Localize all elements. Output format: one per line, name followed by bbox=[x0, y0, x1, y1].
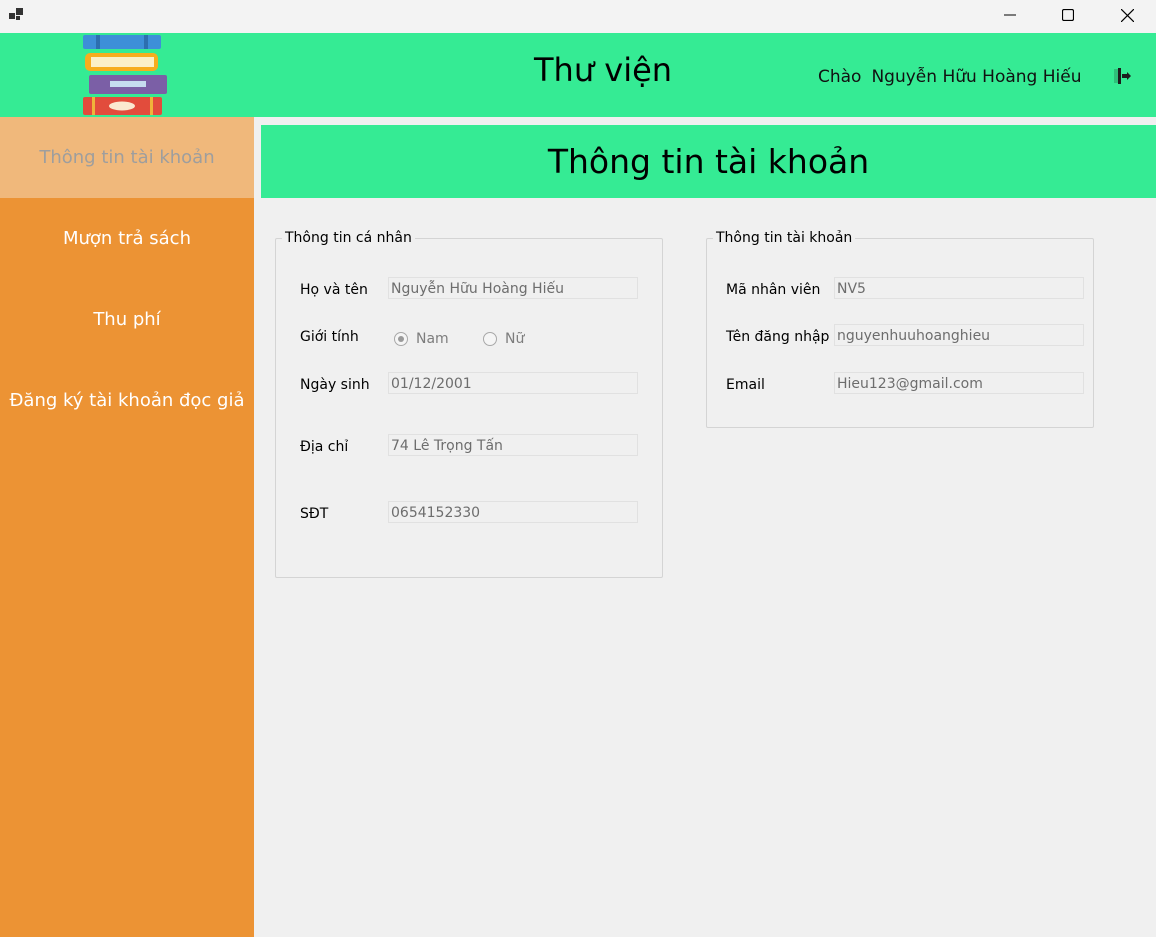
app-header: Thư viện Chào Nguyễn Hữu Hoàng Hiếu bbox=[0, 33, 1156, 117]
username-field[interactable]: nguyenhuuhoanghieu bbox=[834, 324, 1084, 346]
app-icon bbox=[9, 8, 23, 20]
sidebar: Thông tin tài khoản Mượn trả sách Thu ph… bbox=[0, 117, 254, 937]
close-icon bbox=[1120, 8, 1134, 22]
username-label: Tên đăng nhập bbox=[726, 329, 830, 345]
email-field[interactable]: Hieu123@gmail.com bbox=[834, 372, 1084, 394]
minimize-button[interactable] bbox=[981, 0, 1039, 30]
phone-label: SĐT bbox=[300, 506, 329, 522]
window-titlebar bbox=[0, 0, 1156, 33]
user-name: Nguyễn Hữu Hoàng Hiếu bbox=[871, 67, 1082, 87]
minimize-icon bbox=[1004, 14, 1016, 16]
greeting: Chào Nguyễn Hữu Hoàng Hiếu bbox=[818, 67, 1092, 87]
staff-id-field[interactable]: NV5 bbox=[834, 277, 1084, 299]
maximize-button[interactable] bbox=[1039, 0, 1097, 30]
address-field[interactable]: 74 Lê Trọng Tấn bbox=[388, 434, 638, 456]
gender-label: Giới tính bbox=[300, 329, 359, 345]
dob-field[interactable]: 01/12/2001 bbox=[388, 372, 638, 394]
gender-option-male-label: Nam bbox=[416, 331, 449, 347]
app-title: Thư viện bbox=[534, 51, 673, 89]
close-button[interactable] bbox=[1098, 0, 1156, 30]
greeting-prefix: Chào bbox=[818, 67, 862, 87]
address-label: Địa chỉ bbox=[300, 439, 349, 455]
maximize-icon bbox=[1062, 9, 1074, 21]
gender-option-female-label: Nữ bbox=[505, 331, 525, 347]
dob-label: Ngày sinh bbox=[300, 377, 370, 393]
account-info-legend: Thông tin tài khoản bbox=[716, 230, 853, 246]
personal-info-legend: Thông tin cá nhân bbox=[285, 230, 412, 246]
radio-unchecked-icon bbox=[483, 332, 497, 346]
phone-field[interactable]: 0654152330 bbox=[388, 501, 638, 523]
page-title: Thông tin tài khoản bbox=[261, 125, 1156, 198]
sidebar-item-borrow-return[interactable]: Mượn trả sách bbox=[0, 198, 254, 279]
staff-id-label: Mã nhân viên bbox=[726, 282, 821, 298]
sidebar-item-register-reader[interactable]: Đăng ký tài khoản đọc giả bbox=[0, 360, 254, 441]
books-stack-icon bbox=[83, 35, 167, 115]
sidebar-item-fees[interactable]: Thu phí bbox=[0, 279, 254, 360]
name-field[interactable]: Nguyễn Hữu Hoàng Hiếu bbox=[388, 277, 638, 299]
logout-icon[interactable] bbox=[1112, 66, 1132, 86]
sidebar-item-account-info[interactable]: Thông tin tài khoản bbox=[0, 117, 254, 198]
radio-checked-icon bbox=[394, 332, 408, 346]
email-label: Email bbox=[726, 377, 765, 393]
gender-radio-male[interactable]: Nam bbox=[394, 331, 449, 347]
name-label: Họ và tên bbox=[300, 282, 368, 298]
gender-radio-female[interactable]: Nữ bbox=[483, 331, 524, 347]
